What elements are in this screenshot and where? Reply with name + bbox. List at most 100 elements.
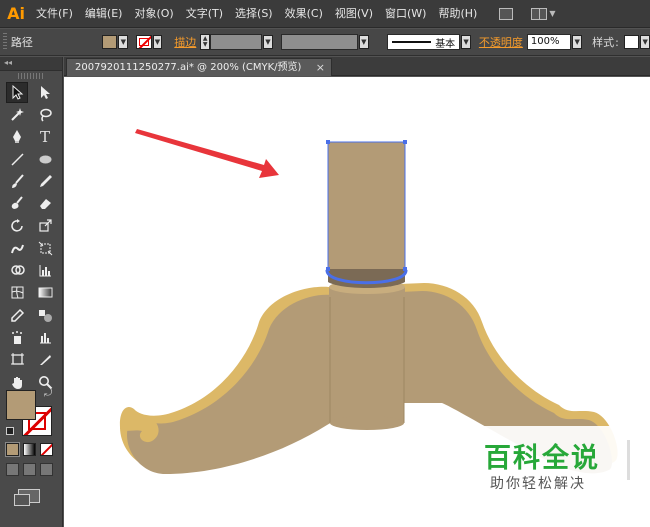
direct-selection-arrow-icon <box>40 85 50 99</box>
tools-panel-grip[interactable] <box>18 73 44 79</box>
watermark-logo: 百科全说 助你轻松解决 <box>462 426 628 500</box>
artboard-tool[interactable] <box>6 349 28 370</box>
rotate-icon <box>10 219 23 233</box>
stroke-weight-dropdown[interactable]: ▼ <box>263 35 273 49</box>
blob-brush-icon <box>11 196 23 210</box>
magic-wand-icon <box>10 107 24 121</box>
ellipse-tool[interactable] <box>34 149 56 170</box>
brush-dropdown[interactable]: ▼ <box>461 35 471 49</box>
brush-definition-field[interactable]: 基本 <box>386 34 461 50</box>
swap-fill-stroke-icon[interactable]: ⤾ <box>44 388 52 399</box>
magic-wand-tool[interactable] <box>6 104 28 125</box>
paintbrush-tool[interactable] <box>6 171 28 192</box>
variable-width-dropdown[interactable]: ▼ <box>358 35 369 49</box>
fill-stroke-area: ⤾ <box>6 388 58 440</box>
arrange-documents-button[interactable]: ▼ <box>531 7 555 20</box>
tools-panel-collapse[interactable]: ◂◂ <box>0 57 62 71</box>
type-tool[interactable]: T <box>34 126 56 147</box>
pencil-tool[interactable] <box>34 171 56 192</box>
direct-selection-tool[interactable] <box>34 82 56 103</box>
stroke-preview <box>391 41 432 43</box>
eraser-tool[interactable] <box>34 193 56 214</box>
graphic-style-swatch[interactable] <box>623 35 640 49</box>
artboard-icon <box>10 353 24 365</box>
fill-color-box[interactable] <box>6 390 36 420</box>
lower-column-bottom <box>330 416 404 430</box>
pen-tool[interactable] <box>6 126 28 147</box>
menu-select[interactable]: 选择(S) <box>229 0 279 28</box>
lower-column[interactable] <box>330 297 404 423</box>
anchor-point-bottom-right[interactable] <box>403 267 407 271</box>
selection-tool[interactable] <box>6 81 28 103</box>
graph-tool[interactable] <box>34 260 56 281</box>
menu-object[interactable]: 对象(O) <box>128 0 179 28</box>
fill-color-swatch[interactable] <box>101 35 118 49</box>
shape-builder-icon <box>10 265 25 275</box>
upper-column[interactable] <box>328 142 405 269</box>
selection-arrow-icon <box>12 84 23 100</box>
anchor-point-top-right[interactable] <box>403 140 407 144</box>
color-mode-row <box>5 442 53 457</box>
gradient-tool[interactable] <box>34 282 56 303</box>
opacity-dropdown[interactable]: ▼ <box>572 35 583 49</box>
menu-view[interactable]: 视图(V) <box>329 0 379 28</box>
draw-inside-button[interactable] <box>40 463 53 476</box>
blob-brush-tool[interactable] <box>6 193 28 214</box>
watermark-title: 百科全说 <box>484 443 600 474</box>
lasso-icon <box>39 108 52 122</box>
slice-tool[interactable] <box>34 349 56 370</box>
line-segment-tool[interactable] <box>6 149 28 170</box>
stroke-link[interactable]: 描边 <box>174 34 196 50</box>
variable-width-field[interactable] <box>280 34 358 50</box>
mesh-tool[interactable] <box>6 282 28 303</box>
screen-mode-button[interactable] <box>14 489 40 506</box>
graphic-style-dropdown[interactable]: ▼ <box>640 35 650 49</box>
stroke-color-swatch[interactable] <box>136 35 152 49</box>
pencil-icon <box>39 174 52 187</box>
slice-knife-icon <box>39 355 51 366</box>
gradient-icon <box>38 287 52 298</box>
control-bar: 路径 ▼ ▼ 描边 ▲ ▼ ▼ ▼ 基本 ▼ 不透明度 100% ▼ 样式 : ▼ <box>0 29 650 56</box>
rotate-tool[interactable] <box>6 215 28 236</box>
menu-help[interactable]: 帮助(H) <box>432 0 483 28</box>
annotation-arrow <box>135 129 279 178</box>
menu-type[interactable]: 文字(T) <box>180 0 229 28</box>
column-graph-tool[interactable] <box>34 327 56 348</box>
anchor-point-top-left[interactable] <box>326 140 330 144</box>
close-icon[interactable]: × <box>316 59 325 76</box>
menu-file[interactable]: 文件(F) <box>30 0 79 28</box>
opacity-link[interactable]: 不透明度 <box>479 34 523 50</box>
scale-tool[interactable] <box>34 215 56 236</box>
anchor-point-bottom-left[interactable] <box>326 267 330 271</box>
fill-dropdown[interactable]: ▼ <box>118 35 129 49</box>
draw-normal-button[interactable] <box>6 463 19 476</box>
menu-window[interactable]: 窗口(W) <box>379 0 432 28</box>
opacity-field[interactable]: 100% <box>526 34 572 50</box>
warp-tool[interactable] <box>6 238 28 259</box>
default-fill-stroke-icon[interactable] <box>6 427 14 435</box>
blend-tool[interactable] <box>34 305 56 326</box>
color-mode-button[interactable] <box>5 442 20 457</box>
line-icon <box>10 153 24 166</box>
arrange-documents-icon <box>531 7 548 20</box>
bridge-icon[interactable] <box>499 7 514 20</box>
stroke-weight-stepper[interactable]: ▲ ▼ <box>200 34 210 50</box>
stroke-weight-field[interactable] <box>210 34 263 50</box>
menu-effect[interactable]: 效果(C) <box>279 0 329 28</box>
symbol-sprayer-tool[interactable] <box>6 327 28 348</box>
watermark-subtitle: 助你轻松解决 <box>490 476 586 492</box>
shape-builder-tool[interactable] <box>6 260 28 281</box>
free-transform-icon <box>38 241 52 256</box>
none-mode-button[interactable] <box>40 443 53 456</box>
lasso-tool[interactable] <box>34 104 56 125</box>
menu-edit[interactable]: 编辑(E) <box>79 0 129 28</box>
free-transform-tool[interactable] <box>34 238 56 259</box>
gradient-mode-button[interactable] <box>23 443 36 456</box>
draw-behind-button[interactable] <box>23 463 36 476</box>
type-icon: T <box>39 127 50 146</box>
eyedropper-tool[interactable] <box>6 305 28 326</box>
selection-type-label: 路径 <box>10 36 33 49</box>
grip-icon[interactable] <box>3 33 7 51</box>
document-tab[interactable]: 2007920111250277.ai* @ 200% (CMYK/预览) × <box>66 58 332 76</box>
stroke-dropdown[interactable]: ▼ <box>152 35 163 49</box>
